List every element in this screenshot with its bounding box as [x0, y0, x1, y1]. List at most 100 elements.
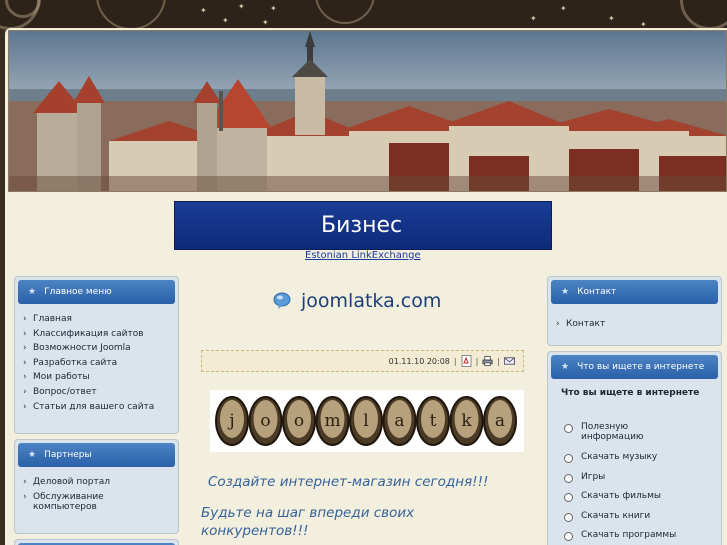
menu-item-faq[interactable]: › Вопрос/ответ	[23, 387, 174, 402]
logo-letter-button: k	[449, 396, 484, 446]
menu-item-classification[interactable]: › Классификация сайтов	[23, 329, 174, 344]
poll-option[interactable]: Игры	[564, 472, 676, 492]
poll-option[interactable]: Полезную информацию	[564, 422, 676, 452]
chevron-right-icon: ›	[23, 343, 27, 354]
contact-box: ★ Контакт › Контакт	[547, 276, 722, 346]
poll-option[interactable]: Скачать программы	[564, 530, 676, 545]
logo-letter-button: a	[382, 396, 417, 446]
chevron-right-icon: ›	[23, 372, 27, 383]
logo-letter: a	[495, 411, 505, 431]
partners-title: Партнеры	[44, 450, 92, 460]
print-icon[interactable]	[482, 355, 493, 367]
headline-store: Создайте интернет-магазин сегодня!!!	[208, 474, 489, 490]
bottom-left-box	[14, 539, 179, 545]
poll-option[interactable]: Скачать книги	[564, 511, 676, 531]
radio-button[interactable]	[564, 532, 573, 541]
chat-bubble-icon	[273, 292, 291, 309]
article-meta-bar: 01.11.10 20:08 | | |	[201, 350, 524, 372]
partner-label: Деловой портал	[33, 477, 110, 487]
chevron-right-icon: ›	[23, 491, 27, 502]
logo-letter: j	[227, 411, 234, 431]
top-decoration: ✦ ✦ ✦ ✦ ✦ ✦ ✦ ✦ ✦	[0, 0, 727, 30]
partner-label: Обслуживание компьютеров	[33, 491, 104, 512]
menu-item-joomla[interactable]: › Возможности Joomla	[23, 343, 174, 358]
radio-button[interactable]	[564, 424, 573, 433]
radio-button[interactable]	[564, 473, 573, 483]
main-menu-header: ★ Главное меню	[18, 280, 175, 304]
headline-competitors: Будьте на шаг впереди своих конкурентов!…	[201, 505, 415, 539]
contact-header: ★ Контакт	[551, 280, 718, 304]
article-title-text: joomlatka.com	[301, 290, 442, 312]
menu-item-development[interactable]: › Разработка сайта	[23, 358, 174, 373]
section-banner: Бизнес	[174, 201, 552, 250]
menu-item-label: Главная	[33, 314, 72, 324]
star-icon: ★	[28, 450, 37, 460]
joomlatka-logo: joomlatka	[210, 390, 524, 452]
radio-button[interactable]	[564, 493, 573, 502]
poll-option[interactable]: Скачать музыку	[564, 452, 676, 472]
menu-item-label: Классификация сайтов	[33, 328, 144, 339]
contact-label: Контакт	[566, 319, 606, 329]
menu-item-articles[interactable]: › Статьи для вашего сайта	[23, 402, 174, 417]
poll-box: ★ Что вы ищете в интернете Что вы ищете …	[547, 351, 722, 545]
poll-option-label: Скачать фильмы	[581, 491, 661, 501]
star-icon: ★	[561, 362, 570, 372]
contact-title: Контакт	[577, 287, 617, 297]
chevron-right-icon: ›	[23, 401, 27, 412]
logo-letter: t	[430, 411, 437, 431]
email-icon[interactable]	[504, 355, 515, 367]
menu-item-home[interactable]: › Главная	[23, 314, 174, 329]
radio-button[interactable]	[564, 512, 573, 522]
pdf-icon[interactable]	[461, 355, 472, 367]
menu-item-label: Статьи для вашего сайта	[33, 401, 155, 412]
menu-item-label: Вопрос/ответ	[33, 386, 97, 397]
page-frame: Бизнес Estonian LinkExchange ★ Главное м…	[5, 28, 727, 545]
poll-header: ★ Что вы ищете в интернете	[551, 355, 718, 379]
logo-letter: o	[260, 411, 270, 431]
chevron-right-icon: ›	[23, 328, 27, 339]
article-title: joomlatka.com	[273, 290, 441, 312]
partners-list: › Деловой портал › Обслуживание компьютеро…	[23, 477, 174, 516]
logo-letter: o	[294, 411, 304, 431]
logo-letter-button: o	[248, 396, 283, 446]
logo-letter: l	[363, 411, 368, 431]
poll-option-label: Игры	[581, 471, 606, 482]
menu-item-label: Мои работы	[33, 372, 90, 383]
logo-letter: a	[394, 411, 404, 431]
partners-box: ★ Партнеры › Деловой портал › Обслуживание…	[14, 439, 179, 534]
partner-item[interactable]: › Деловой портал	[23, 477, 174, 492]
logo-letter-button: m	[315, 396, 350, 446]
poll-option-label: Скачать программы	[581, 530, 677, 540]
main-menu-title: Главное меню	[44, 287, 112, 297]
menu-item-works[interactable]: › Мои работы	[23, 372, 174, 387]
poll-header-title: Что вы ищете в интернете	[577, 362, 705, 372]
poll-options: Полезную информацию Скачать музыку Игры …	[564, 422, 676, 545]
logo-letter-button: j	[215, 396, 249, 446]
logo-letter-button: a	[483, 396, 517, 446]
poll-question: Что вы ищете в интернете	[561, 388, 700, 398]
poll-option-label: Полезную информацию	[581, 422, 644, 442]
chevron-right-icon: ›	[23, 386, 27, 397]
contact-item[interactable]: › Контакт	[556, 319, 717, 334]
chevron-right-icon: ›	[556, 319, 560, 329]
menu-item-label: Разработка сайта	[33, 357, 118, 368]
banner-link[interactable]: Estonian LinkExchange	[305, 250, 421, 261]
chevron-right-icon: ›	[23, 314, 27, 324]
logo-letter-button: t	[416, 396, 450, 446]
article-date: 01.11.10 20:08	[388, 356, 450, 366]
poll-option[interactable]: Скачать фильмы	[564, 491, 676, 511]
main-menu-box: ★ Главное меню › Главная › Классификация с…	[14, 276, 179, 434]
chevron-right-icon: ›	[23, 477, 27, 487]
poll-option-label: Скачать книги	[581, 510, 651, 521]
contact-list: › Контакт	[556, 319, 717, 334]
partner-item[interactable]: › Обслуживание компьютеров	[23, 492, 174, 516]
radio-button[interactable]	[564, 454, 573, 463]
main-menu-list: › Главная › Классификация сайтов › Возможно…	[23, 314, 174, 416]
chevron-right-icon: ›	[23, 357, 27, 368]
logo-letter-button: o	[282, 396, 316, 446]
partners-header: ★ Партнеры	[18, 443, 175, 467]
banner-title: Бизнес	[321, 213, 403, 238]
star-icon: ★	[561, 287, 570, 297]
header-city-photo	[8, 30, 727, 192]
star-icon: ★	[28, 287, 37, 297]
